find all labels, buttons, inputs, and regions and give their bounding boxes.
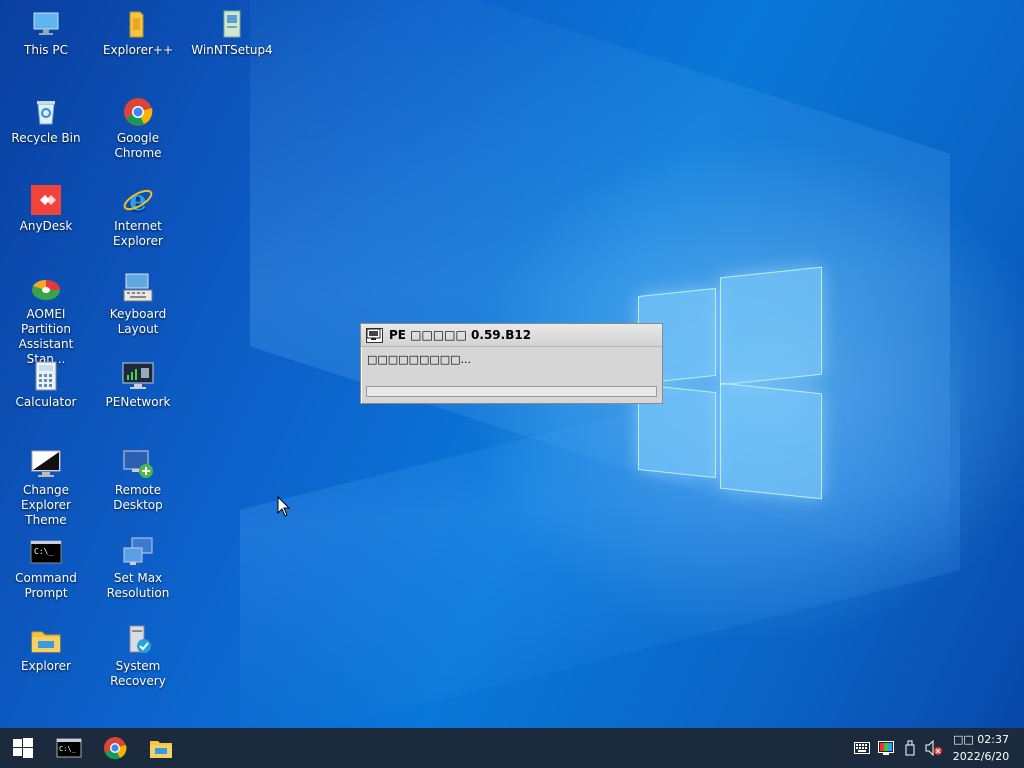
pe-loader-dialog: PE □□□□□ 0.59.B12 □□□□□□□□□... <box>360 323 663 404</box>
theme-icon <box>30 448 62 480</box>
anydesk-icon <box>30 184 62 216</box>
taskbar: C:\_ □□ 02:37 2022/6/20 <box>0 728 1024 768</box>
network-icon <box>122 360 154 392</box>
system-recovery-icon <box>122 624 154 656</box>
desktop-icon-keyboard-layout[interactable]: Keyboard Layout <box>92 272 184 337</box>
desktop-icon-aomei-partition-assistant[interactable]: AOMEI Partition Assistant Stan... <box>0 272 92 367</box>
tray-usb[interactable] <box>898 728 922 768</box>
clock-time: □□ 02:37 <box>953 733 1009 746</box>
aomei-icon <box>30 272 62 304</box>
folder-icon <box>122 8 154 40</box>
color-icon <box>878 741 894 755</box>
cmd-icon: C:\_ <box>30 536 62 568</box>
mouse-cursor-icon <box>277 496 291 517</box>
taskbar-file-explorer[interactable] <box>138 728 184 768</box>
calculator-icon <box>30 360 62 392</box>
keyboard-icon <box>122 272 154 304</box>
start-button[interactable] <box>0 728 46 768</box>
tray-display-color[interactable] <box>874 728 898 768</box>
tray-volume[interactable] <box>922 728 946 768</box>
desktop-icon-this-pc[interactable]: This PC <box>0 8 92 58</box>
desktop-icon-command-prompt[interactable]: C:\_ Command Prompt <box>0 536 92 601</box>
wallpaper-windows-logo <box>636 266 824 500</box>
windows-logo-icon <box>13 738 33 758</box>
winntsetup-icon <box>216 8 248 40</box>
remote-desktop-icon <box>122 448 154 480</box>
svg-text:C:\_: C:\_ <box>34 547 53 556</box>
volume-muted-icon <box>925 740 942 756</box>
ie-icon: e <box>122 184 154 217</box>
usb-icon <box>905 740 915 756</box>
desktop-icon-penetwork[interactable]: PENetwork <box>92 360 184 410</box>
monitor-icon <box>366 327 383 343</box>
explorer-folder-icon <box>30 624 62 656</box>
progress-bar <box>366 386 657 397</box>
dialog-title-bar[interactable]: PE □□□□□ 0.59.B12 <box>361 324 662 347</box>
svg-text:C:\_: C:\_ <box>59 745 77 753</box>
dialog-message: □□□□□□□□□... <box>367 353 472 366</box>
taskbar-command-prompt[interactable]: C:\_ <box>46 728 92 768</box>
desktop-icon-change-explorer-theme[interactable]: Change Explorer Theme <box>0 448 92 528</box>
taskbar-google-chrome[interactable] <box>92 728 138 768</box>
desktop-icon-internet-explorer[interactable]: e Internet Explorer <box>92 184 184 249</box>
desktop-icon-set-max-resolution[interactable]: Set Max Resolution <box>92 536 184 601</box>
desktop-icon-anydesk[interactable]: AnyDesk <box>0 184 92 234</box>
resolution-icon <box>122 536 154 568</box>
keyboard-icon <box>854 742 870 754</box>
system-tray: □□ 02:37 2022/6/20 <box>850 728 1024 768</box>
cmd-icon: C:\_ <box>56 738 82 758</box>
clock[interactable]: □□ 02:37 2022/6/20 <box>946 731 1016 765</box>
svg-text:e: e <box>129 184 147 216</box>
recycle-bin-icon <box>30 96 62 128</box>
desktop-icon-remote-desktop[interactable]: Remote Desktop <box>92 448 184 513</box>
desktop-icon-explorer[interactable]: Explorer <box>0 624 92 674</box>
desktop-icon-system-recovery[interactable]: System Recovery <box>92 624 184 689</box>
desktop-icon-recycle-bin[interactable]: Recycle Bin <box>0 96 92 146</box>
desktop-icon-winntsetup4[interactable]: WinNTSetup4 <box>186 8 278 58</box>
clock-date: 2022/6/20 <box>952 750 1010 763</box>
desktop-icon-calculator[interactable]: Calculator <box>0 360 92 410</box>
wallpaper-light-beam <box>250 0 950 574</box>
this-pc-icon <box>30 8 62 40</box>
file-explorer-icon <box>150 741 172 758</box>
desktop-icon-explorer-plus-plus[interactable]: Explorer++ <box>92 8 184 58</box>
tray-keyboard[interactable] <box>850 728 874 768</box>
chrome-icon <box>122 96 154 128</box>
chrome-icon <box>104 737 127 760</box>
dialog-title: PE □□□□□ 0.59.B12 <box>389 328 532 342</box>
desktop-icon-google-chrome[interactable]: Google Chrome <box>92 96 184 161</box>
